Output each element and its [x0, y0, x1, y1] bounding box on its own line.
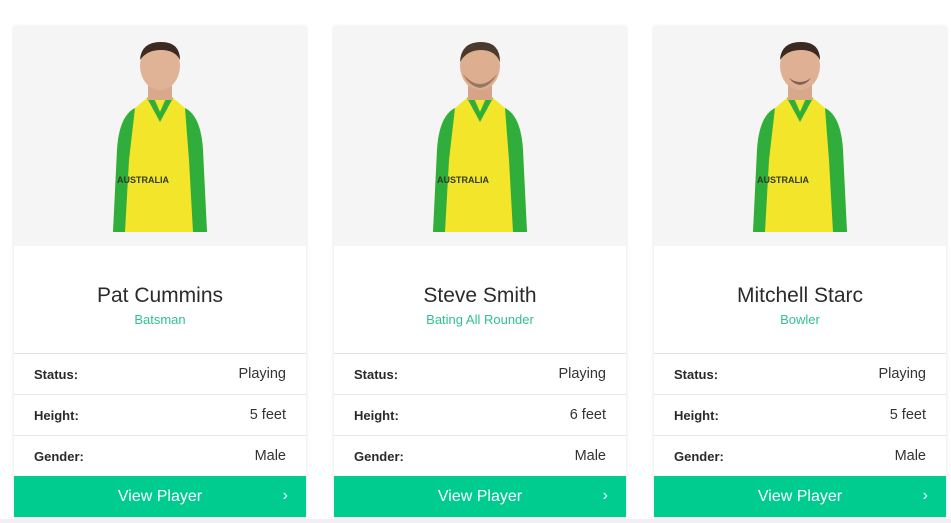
- height-label: Height:: [34, 407, 79, 423]
- status-value: Playing: [238, 366, 286, 382]
- gender-row: Gender: Male: [14, 436, 306, 477]
- status-value: Playing: [558, 366, 606, 382]
- player-card: AUSTRALIA Mitchell Starc Bowler Status: …: [654, 26, 946, 517]
- player-photo: AUSTRALIA: [654, 26, 946, 246]
- status-row: Status: Playing: [14, 354, 306, 395]
- view-player-button[interactable]: View Player ›: [654, 476, 946, 517]
- status-row: Status: Playing: [334, 354, 626, 395]
- player-name: Mitchell Starc: [736, 284, 864, 307]
- gender-label: Gender:: [34, 448, 84, 464]
- view-player-label: View Player: [437, 487, 523, 505]
- player-photo: AUSTRALIA: [14, 26, 306, 246]
- jersey-text: AUSTRALIA: [757, 175, 809, 185]
- view-player-button[interactable]: View Player ›: [14, 476, 306, 517]
- height-value: 5 feet: [889, 407, 926, 423]
- gender-label: Gender:: [354, 448, 404, 464]
- chevron-right-icon: ›: [602, 487, 608, 504]
- player-role: Bating All Rounder: [426, 312, 534, 327]
- status-label: Status:: [674, 366, 719, 382]
- player-card-grid: AUSTRALIA Pat Cummins Batsman Status: Pl…: [14, 26, 951, 523]
- view-player-label: View Player: [757, 487, 843, 505]
- chevron-right-icon: ›: [282, 487, 288, 504]
- status-label: Status:: [354, 366, 399, 382]
- chevron-right-icon: ›: [922, 487, 928, 504]
- height-label: Height:: [674, 407, 719, 423]
- height-row: Height: 5 feet: [14, 395, 306, 436]
- gender-value: Male: [254, 448, 286, 464]
- player-info: Pat Cummins Batsman: [14, 246, 306, 354]
- gender-label: Gender:: [674, 448, 724, 464]
- view-player-button[interactable]: View Player ›: [334, 476, 626, 517]
- status-label: Status:: [34, 366, 79, 382]
- height-label: Height:: [354, 407, 399, 423]
- player-name: Pat Cummins: [96, 284, 224, 307]
- gender-row: Gender: Male: [654, 436, 946, 477]
- player-name: Steve Smith: [423, 284, 537, 307]
- gender-value: Male: [894, 448, 926, 464]
- player-photo: AUSTRALIA: [334, 26, 626, 246]
- gender-value: Male: [574, 448, 606, 464]
- page-divider: [0, 519, 951, 523]
- jersey-text: AUSTRALIA: [437, 175, 489, 185]
- height-row: Height: 5 feet: [654, 395, 946, 436]
- gender-row: Gender: Male: [334, 436, 626, 477]
- height-value: 5 feet: [249, 407, 286, 423]
- player-info: Mitchell Starc Bowler: [654, 246, 946, 354]
- player-role: Bowler: [780, 312, 820, 327]
- player-card: AUSTRALIA Pat Cummins Batsman Status: Pl…: [14, 26, 306, 517]
- height-value: 6 feet: [569, 407, 606, 423]
- status-value: Playing: [878, 366, 926, 382]
- status-row: Status: Playing: [654, 354, 946, 395]
- player-info: Steve Smith Bating All Rounder: [334, 246, 626, 354]
- view-player-label: View Player: [117, 487, 203, 505]
- jersey-text: AUSTRALIA: [117, 175, 169, 185]
- player-card: AUSTRALIA Steve Smith Bating All Rounder…: [334, 26, 626, 517]
- height-row: Height: 6 feet: [334, 395, 626, 436]
- player-role: Batsman: [134, 312, 186, 327]
